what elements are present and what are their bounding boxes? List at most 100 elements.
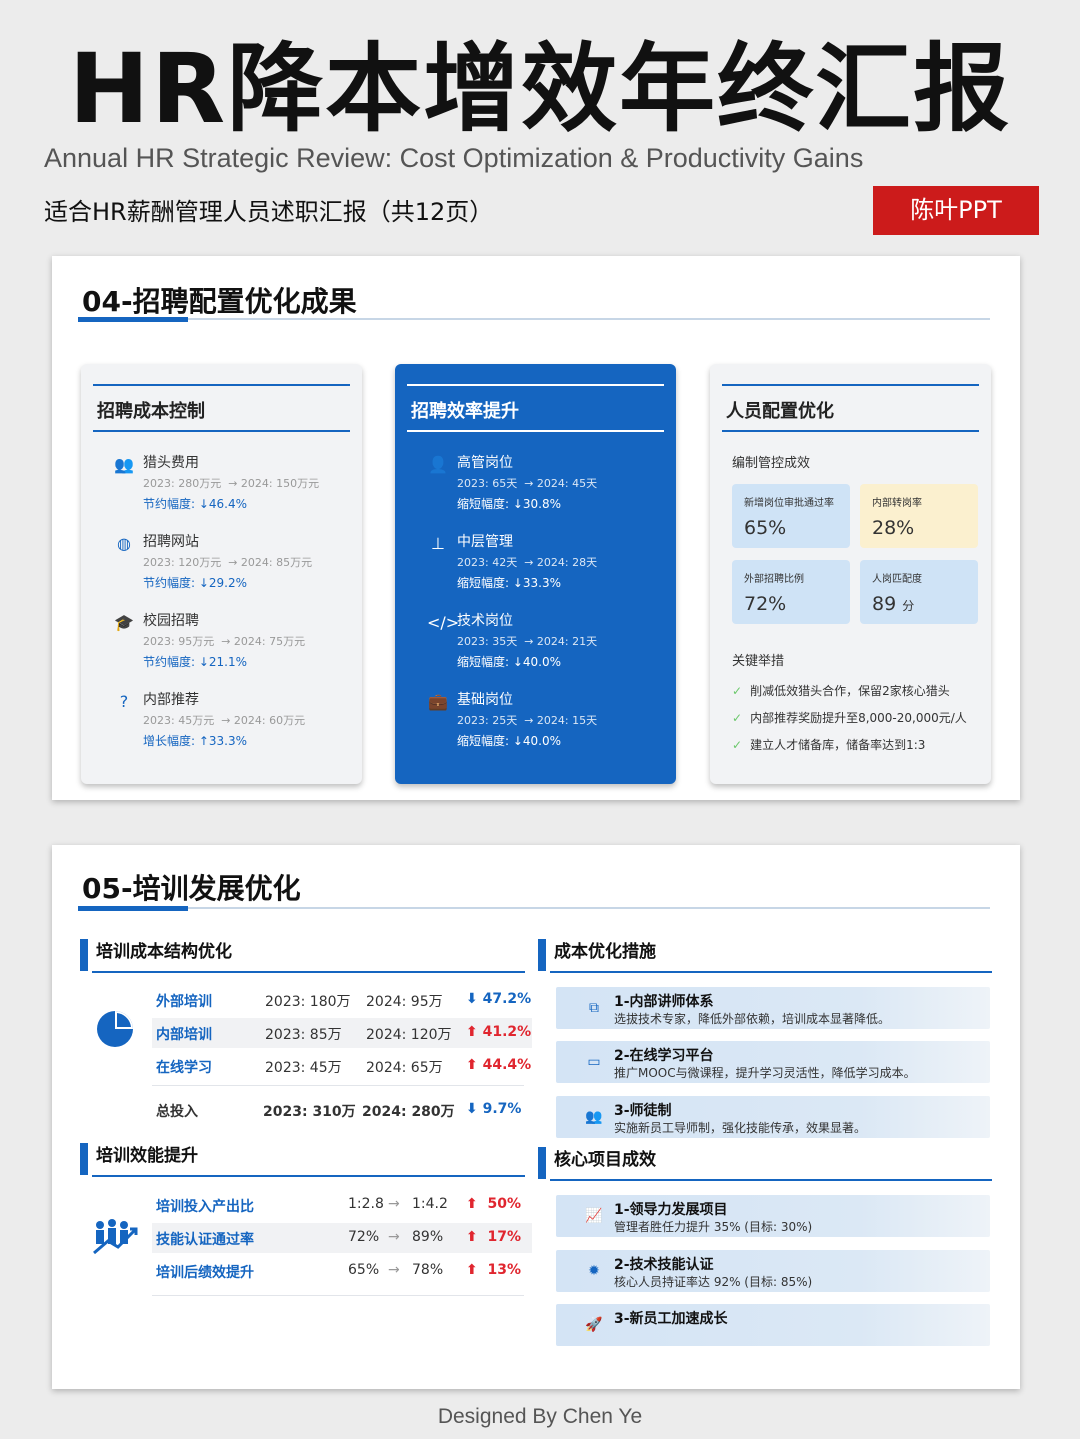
item-change: 缩短幅度: ↓33.3% bbox=[457, 576, 562, 590]
question-circle-icon: ? bbox=[119, 692, 129, 711]
row-divider bbox=[152, 1295, 524, 1296]
gear-icon: ✹ bbox=[588, 1263, 600, 1279]
item-compare: 2023: 35天 → 2024: 21天 bbox=[457, 635, 598, 648]
check-circle-icon: ✓ bbox=[732, 684, 743, 698]
presentation-icon: ⧉ bbox=[589, 1000, 599, 1016]
slide-divider-accent bbox=[78, 317, 188, 322]
up-arrow-icon: ⬆ bbox=[466, 1229, 478, 1245]
measure-item: ▭ 2-在线学习平台 推广MOOC与微课程，提升学习灵活性，降低学习成本。 bbox=[556, 1041, 990, 1083]
slide-training: 05-培训发展优化 培训成本结构优化 外部培训 2023: 180万 2024:… bbox=[52, 845, 1020, 1389]
section-underline bbox=[550, 1179, 992, 1181]
list-item: ✓ 建立人才储备库，储备率达到1:3 bbox=[732, 738, 926, 752]
panel-recruitment-cost: 招聘成本控制 👥 猎头费用 2023: 280万元 → 2024: 150万元 … bbox=[81, 364, 362, 784]
project-item: ✹ 2-技术技能认证 核心人员持证率达 92% (目标: 85%) bbox=[556, 1250, 990, 1292]
item-name: 基础岗位 bbox=[457, 692, 513, 708]
item-change: 缩短幅度: ↓40.0% bbox=[457, 655, 562, 669]
slide-divider-accent bbox=[78, 906, 188, 911]
down-arrow-icon: ⬇ bbox=[466, 991, 478, 1007]
list-item: 🎓 校园招聘 2023: 95万元 → 2024: 75万元 节约幅度: ↓21… bbox=[111, 610, 342, 682]
panel-title: 人员配置优化 bbox=[722, 384, 979, 432]
panel-title: 招聘成本控制 bbox=[93, 384, 350, 432]
project-item: 🚀 3-新员工加速成长 bbox=[556, 1304, 990, 1346]
list-item: ✓ 内部推荐奖励提升至8,000-20,000元/人 bbox=[732, 711, 967, 725]
user-tie-icon: 👤 bbox=[428, 455, 448, 474]
stat-external-ratio: 外部招聘比例 72% bbox=[732, 560, 850, 624]
list-item: 💼 基础岗位 2023: 25天 → 2024: 15天 缩短幅度: ↓40.0… bbox=[425, 689, 656, 761]
table-row: 内部培训 2023: 85万 2024: 120万 ⬆ 41.2% bbox=[152, 1018, 532, 1048]
table-row-total: 总投入 2023: 310万 2024: 280万 ⬇ 9.7% bbox=[156, 1101, 522, 1120]
table-row: 培训投入产出比 1:2.8 → 1:4.2 ⬆ 50% bbox=[156, 1196, 521, 1215]
slide-title: 05-培训发展优化 bbox=[82, 872, 301, 905]
item-name: 内部推荐 bbox=[143, 692, 199, 708]
section-underline bbox=[92, 1175, 525, 1177]
section-underline bbox=[92, 971, 525, 973]
subtitle-chinese: 适合HR薪酬管理人员述职汇报（共12页） bbox=[44, 198, 494, 226]
panel-title: 招聘效率提升 bbox=[407, 384, 664, 432]
item-name: 技术岗位 bbox=[457, 613, 513, 629]
down-arrow-icon: ⬇ bbox=[466, 1101, 478, 1117]
item-compare: 2023: 280万元 → 2024: 150万元 bbox=[143, 477, 320, 490]
item-change: 缩短幅度: ↓40.0% bbox=[457, 734, 562, 748]
laptop-icon: ▭ bbox=[587, 1054, 601, 1070]
section-title: 培训成本结构优化 bbox=[80, 939, 232, 971]
users-icon: 👥 bbox=[585, 1109, 603, 1125]
section-title: 培训效能提升 bbox=[80, 1143, 198, 1175]
list-item: 👤 高管岗位 2023: 65天 → 2024: 45天 缩短幅度: ↓30.8… bbox=[425, 452, 656, 524]
item-compare: 2023: 42天 → 2024: 28天 bbox=[457, 556, 598, 569]
item-compare: 2023: 120万元 → 2024: 85万元 bbox=[143, 556, 313, 569]
line-chart-icon: 📈 bbox=[585, 1208, 603, 1224]
item-compare: 2023: 25天 → 2024: 15天 bbox=[457, 714, 598, 727]
slide-divider bbox=[78, 318, 990, 320]
item-name: 猎头费用 bbox=[143, 455, 199, 471]
stat-approval-rate: 新增岗位审批通过率 65% bbox=[732, 484, 850, 548]
item-change: 缩短幅度: ↓30.8% bbox=[457, 497, 562, 511]
list-item: ⊥ 中层管理 2023: 42天 → 2024: 28天 缩短幅度: ↓33.3… bbox=[425, 531, 656, 603]
rocket-icon: 🚀 bbox=[585, 1317, 603, 1333]
page-title: HR降本增效年终汇报 bbox=[68, 33, 1012, 145]
check-circle-icon: ✓ bbox=[732, 711, 743, 725]
project-item: 📈 1-领导力发展项目 管理者胜任力提升 35% (目标: 30%) bbox=[556, 1195, 990, 1237]
code-icon: </> bbox=[427, 613, 460, 632]
pie-chart-icon bbox=[94, 1008, 136, 1054]
item-name: 校园招聘 bbox=[143, 613, 199, 629]
table-row: 技能认证通过率 72% → 89% ⬆ 17% bbox=[152, 1223, 532, 1253]
item-name: 招聘网站 bbox=[143, 534, 199, 550]
actions-label: 关键举措 bbox=[732, 654, 785, 669]
globe-icon: ◍ bbox=[117, 534, 131, 553]
table-row: 外部培训 2023: 180万 2024: 95万 ⬇ 47.2% bbox=[156, 991, 532, 1010]
up-arrow-icon: ⬆ bbox=[466, 1262, 478, 1278]
briefcase-icon: 💼 bbox=[428, 692, 448, 711]
list-item: ◍ 招聘网站 2023: 120万元 → 2024: 85万元 节约幅度: ↓2… bbox=[111, 531, 342, 603]
check-circle-icon: ✓ bbox=[732, 738, 743, 752]
item-compare: 2023: 95万元 → 2024: 75万元 bbox=[143, 635, 306, 648]
item-name: 高管岗位 bbox=[457, 455, 513, 471]
author-badge: 陈叶PPT bbox=[873, 186, 1039, 235]
section-title: 成本优化措施 bbox=[538, 939, 656, 971]
slide-divider bbox=[78, 907, 990, 909]
list-item: ? 内部推荐 2023: 45万元 → 2024: 60万元 增长幅度: ↑33… bbox=[111, 689, 342, 761]
stat-job-match: 人岗匹配度 89 分 bbox=[860, 560, 978, 624]
table-row: 培训后绩效提升 65% → 78% ⬆ 13% bbox=[156, 1262, 521, 1281]
up-arrow-icon: ⬆ bbox=[466, 1196, 478, 1212]
graduation-cap-icon: 🎓 bbox=[114, 613, 134, 632]
stats-label: 编制管控成效 bbox=[732, 456, 811, 471]
footer-credit: Designed By Chen Ye bbox=[437, 1405, 643, 1428]
stat-transfer-rate: 内部转岗率 28% bbox=[860, 484, 978, 548]
slide-title: 04-招聘配置优化成果 bbox=[82, 285, 357, 318]
measure-item: ⧉ 1-内部讲师体系 选拔技术专家，降低外部依赖，培训成本显著降低。 bbox=[556, 987, 990, 1029]
row-divider bbox=[152, 1085, 524, 1086]
item-change: 节约幅度: ↓46.4% bbox=[143, 497, 248, 511]
item-compare: 2023: 45万元 → 2024: 60万元 bbox=[143, 714, 306, 727]
team-growth-icon bbox=[92, 1217, 140, 1261]
item-change: 节约幅度: ↓29.2% bbox=[143, 576, 248, 590]
panel-staffing-optimization: 人员配置优化 编制管控成效 新增岗位审批通过率 65% 内部转岗率 28% 外部… bbox=[710, 364, 991, 784]
up-arrow-icon: ⬆ bbox=[466, 1024, 478, 1040]
section-title: 核心项目成效 bbox=[538, 1147, 656, 1179]
section-underline bbox=[550, 971, 992, 973]
subtitle-english: Annual HR Strategic Review: Cost Optimiz… bbox=[44, 143, 864, 173]
list-item: </> 技术岗位 2023: 35天 → 2024: 21天 缩短幅度: ↓40… bbox=[425, 610, 656, 682]
list-item: ✓ 削减低效猎头合作，保留2家核心猎头 bbox=[732, 684, 950, 698]
slide-recruitment: 04-招聘配置优化成果 招聘成本控制 👥 猎头费用 2023: 280万元 → … bbox=[52, 256, 1020, 800]
people-icon: 👥 bbox=[114, 455, 134, 474]
item-compare: 2023: 65天 → 2024: 45天 bbox=[457, 477, 598, 490]
